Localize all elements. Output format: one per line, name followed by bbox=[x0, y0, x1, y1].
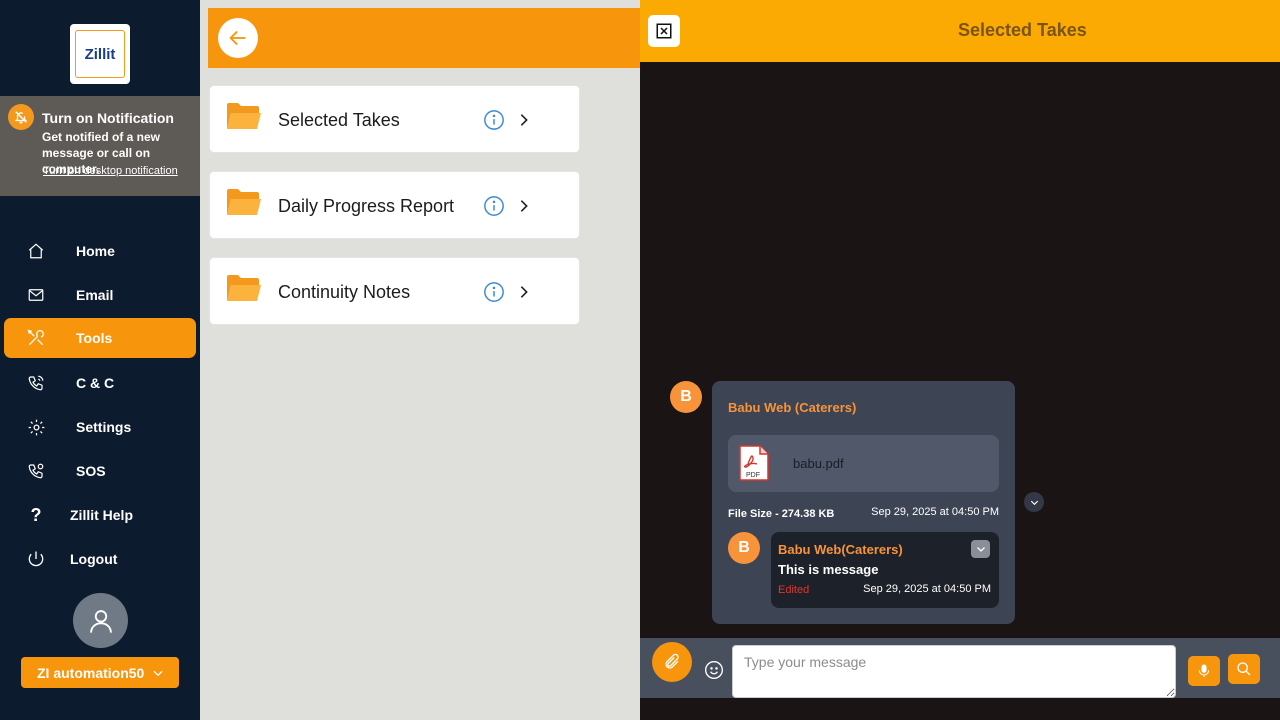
pdf-badge: PDF bbox=[746, 472, 760, 479]
nav-logout-label: Logout bbox=[70, 551, 118, 567]
mail-icon bbox=[26, 285, 46, 305]
attach-button[interactable] bbox=[652, 642, 692, 682]
question-icon: ? bbox=[30, 504, 42, 525]
file-attachment[interactable]: PDF babu.pdf bbox=[728, 435, 999, 492]
chevron-right-icon bbox=[520, 200, 528, 212]
notification-title: Turn on Notification bbox=[42, 110, 174, 126]
folder-card-selected-takes[interactable]: Selected Takes bbox=[209, 85, 580, 153]
sender-avatar: B bbox=[670, 381, 702, 413]
folder-label: Selected Takes bbox=[278, 110, 400, 130]
nav-help-label: Zillit Help bbox=[70, 507, 133, 523]
user-icon bbox=[89, 609, 112, 633]
user-name: ZI automation50 bbox=[37, 664, 145, 681]
power-icon bbox=[26, 549, 46, 569]
folder-icon bbox=[227, 189, 261, 215]
reply-options-button[interactable] bbox=[971, 540, 990, 558]
nav-cc-label: C & C bbox=[76, 375, 115, 391]
chevron-right-icon bbox=[520, 286, 528, 298]
chevron-down-icon bbox=[151, 666, 165, 683]
tools-header bbox=[208, 8, 640, 68]
arrow-left-icon bbox=[229, 30, 246, 46]
message-input[interactable] bbox=[732, 645, 1176, 698]
close-button[interactable] bbox=[648, 15, 680, 47]
folder-icon bbox=[227, 103, 261, 129]
file-size: File Size - 274.38 KB bbox=[728, 508, 835, 520]
message-options-button[interactable] bbox=[1024, 492, 1044, 512]
back-button[interactable] bbox=[218, 18, 258, 58]
voice-message-button[interactable] bbox=[1188, 656, 1220, 686]
turn-on-notification-link[interactable]: Turn on desktop notification bbox=[43, 165, 178, 177]
info-icon[interactable] bbox=[483, 281, 505, 303]
reply-sender: Babu Web(Caterers) bbox=[778, 542, 903, 557]
message-sender: Babu Web (Caterers) bbox=[728, 400, 857, 415]
message-bubble[interactable]: Babu Web (Caterers) PDF babu.pdf File Si… bbox=[712, 381, 1015, 624]
chevron-down-icon bbox=[976, 547, 985, 552]
chevron-down-icon bbox=[1030, 500, 1038, 505]
nav-settings-label: Settings bbox=[76, 419, 132, 435]
info-icon[interactable] bbox=[483, 195, 505, 217]
reply-avatar: B bbox=[728, 532, 760, 564]
pdf-file-icon: PDF bbox=[739, 445, 769, 481]
user-avatar[interactable] bbox=[73, 593, 128, 648]
bell-off-icon bbox=[8, 104, 34, 130]
nav-tools[interactable]: Tools bbox=[4, 318, 196, 358]
search-button[interactable] bbox=[1228, 654, 1260, 684]
nav-home-label: Home bbox=[76, 243, 115, 259]
notification-banner: Turn on Notification Get notified of a n… bbox=[0, 96, 200, 196]
file-name: babu.pdf bbox=[793, 456, 844, 471]
info-icon[interactable] bbox=[483, 109, 505, 131]
phone-call-icon bbox=[26, 373, 46, 393]
nav-home[interactable]: Home bbox=[4, 231, 196, 271]
folder-icon bbox=[227, 275, 261, 301]
close-box-icon bbox=[656, 23, 672, 39]
user-menu-button[interactable]: ZI automation50 bbox=[21, 657, 179, 688]
chevron-right-icon bbox=[520, 114, 528, 126]
chat-header: Selected Takes bbox=[640, 0, 1280, 62]
nav-email-label: Email bbox=[76, 287, 114, 303]
chat-panel: Selected Takes B Babu Web (Caterers) PDF… bbox=[640, 0, 1280, 720]
microphone-icon bbox=[1198, 664, 1210, 677]
nav-sos[interactable]: SOS bbox=[4, 451, 196, 491]
nav-email[interactable]: Email bbox=[4, 275, 196, 315]
message-composer bbox=[640, 638, 1280, 698]
folder-label: Daily Progress Report bbox=[278, 196, 455, 216]
tools-icon bbox=[26, 328, 46, 348]
nav-sos-label: SOS bbox=[76, 463, 106, 479]
zillit-logo[interactable]: Zillit bbox=[70, 24, 130, 84]
sos-phone-icon bbox=[26, 461, 46, 481]
nav-settings[interactable]: Settings bbox=[4, 407, 196, 447]
sidebar: Zillit Turn on Notification Get notified… bbox=[0, 0, 200, 720]
home-icon bbox=[26, 241, 46, 261]
nav-logout[interactable]: Logout bbox=[4, 539, 196, 579]
edited-label: Edited bbox=[778, 584, 810, 596]
folder-card-daily-progress-report[interactable]: Daily Progress Report bbox=[209, 171, 580, 239]
nav-tools-label: Tools bbox=[76, 330, 113, 346]
paperclip-icon bbox=[665, 653, 679, 669]
folder-card-continuity-notes[interactable]: Continuity Notes bbox=[209, 257, 580, 325]
logo-text: Zillit bbox=[75, 30, 125, 78]
reply-text: This is message bbox=[778, 562, 879, 577]
emoji-icon[interactable] bbox=[704, 660, 724, 680]
reply-message[interactable]: Babu Web(Caterers) This is message Edite… bbox=[771, 532, 999, 608]
nav-help[interactable]: ? Zillit Help bbox=[4, 495, 196, 535]
folder-label: Continuity Notes bbox=[278, 282, 411, 302]
search-icon bbox=[1237, 662, 1251, 676]
gear-icon bbox=[26, 417, 46, 437]
nav-cc[interactable]: C & C bbox=[4, 363, 196, 403]
message-timestamp: Sep 29, 2025 at 04:50 PM bbox=[871, 506, 999, 518]
chat-title: Selected Takes bbox=[958, 20, 1087, 40]
reply-timestamp: Sep 29, 2025 at 04:50 PM bbox=[863, 583, 991, 595]
